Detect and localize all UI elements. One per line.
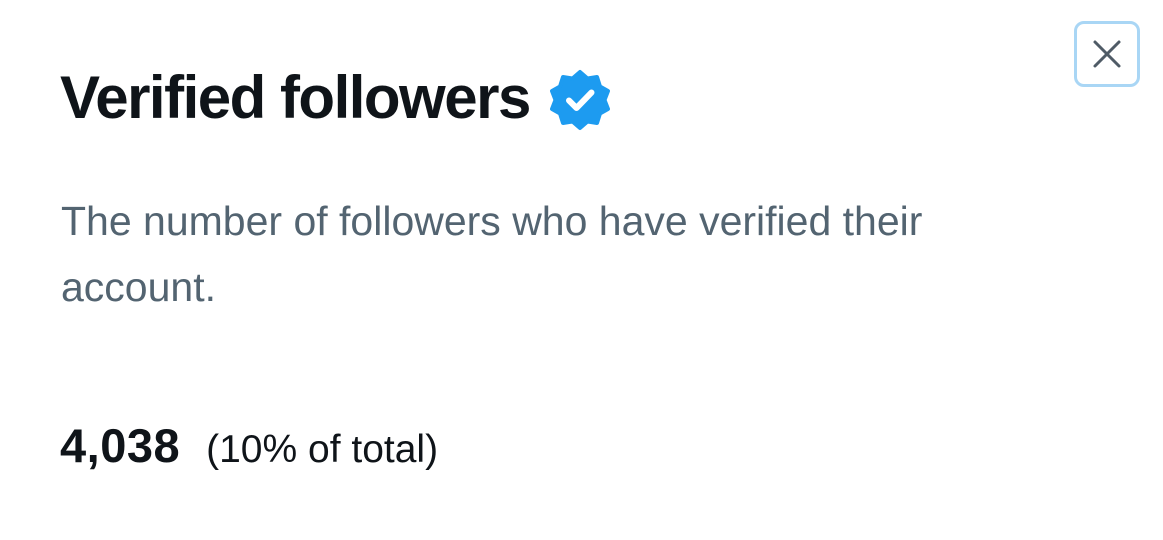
- close-icon: [1093, 40, 1121, 68]
- verified-followers-dialog: Verified followers The number of followe…: [0, 0, 1163, 540]
- verified-badge-icon: [549, 70, 610, 130]
- close-button[interactable]: [1074, 21, 1140, 87]
- page-title: Verified followers: [60, 64, 531, 131]
- stat-row: 4,038 (10% of total): [60, 418, 438, 473]
- percent-of-total: (10% of total): [206, 428, 439, 471]
- title-row: Verified followers: [60, 62, 612, 134]
- verified-follower-count: 4,038: [60, 419, 181, 472]
- description-text: The number of followers who have verifie…: [61, 198, 923, 310]
